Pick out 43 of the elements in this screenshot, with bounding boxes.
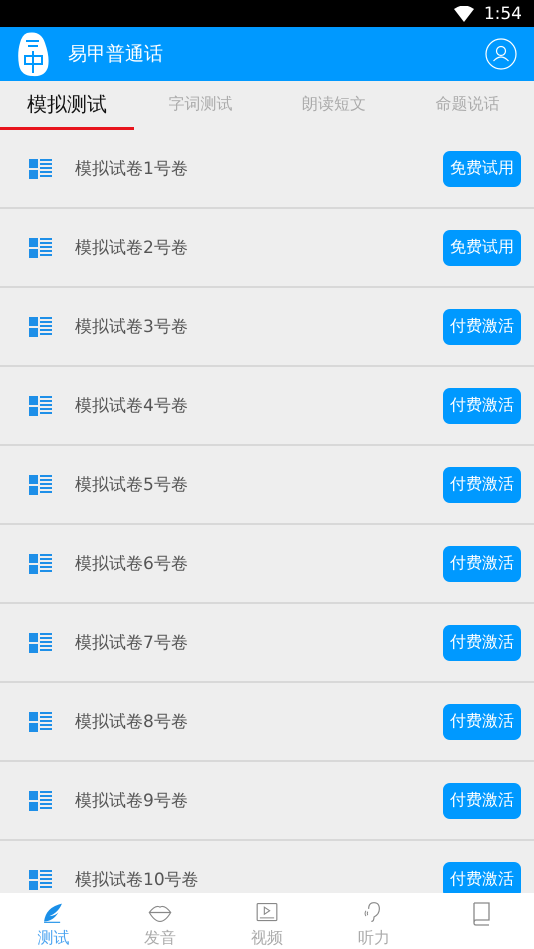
tab[interactable]: 模拟测试 xyxy=(0,81,134,130)
app-title: 易甲普通话 xyxy=(68,42,164,67)
action-button[interactable]: 付费激活 xyxy=(443,466,521,502)
status-time: 1:54 xyxy=(484,4,522,24)
action-button[interactable]: 付费激活 xyxy=(443,308,521,344)
list-icon xyxy=(29,870,52,890)
paper-title: 模拟试卷5号卷 xyxy=(75,474,189,496)
paper-title: 模拟试卷10号卷 xyxy=(75,869,200,891)
tab[interactable]: 朗读短文 xyxy=(267,81,400,130)
user-icon[interactable] xyxy=(485,38,517,70)
action-button[interactable]: 付费激活 xyxy=(443,388,521,424)
paper-title: 模拟试卷8号卷 xyxy=(75,711,189,733)
action-button[interactable]: 付费激活 xyxy=(443,546,521,582)
wifi-icon xyxy=(454,6,474,22)
nav-label[interactable]: 测试 xyxy=(37,928,70,949)
list-icon xyxy=(29,396,52,416)
list-icon xyxy=(29,316,52,336)
paper-title: 模拟试卷9号卷 xyxy=(75,790,189,812)
list-icon xyxy=(29,158,52,178)
paper-title: 模拟试卷4号卷 xyxy=(75,395,189,417)
paper-title: 模拟试卷1号卷 xyxy=(75,158,189,180)
action-button[interactable]: 付费激活 xyxy=(443,624,521,660)
action-button[interactable]: 免费试用 xyxy=(443,230,521,266)
action-button[interactable]: 付费激活 xyxy=(443,862,521,893)
action-button[interactable]: 付费激活 xyxy=(443,782,521,818)
list-icon xyxy=(29,712,52,732)
tab[interactable]: 字词测试 xyxy=(134,81,267,130)
list-icon xyxy=(29,474,52,494)
paper-title: 模拟试卷3号卷 xyxy=(75,316,189,338)
list-icon xyxy=(29,790,52,810)
action-button[interactable]: 免费试用 xyxy=(443,150,521,186)
paper-title: 模拟试卷2号卷 xyxy=(75,237,189,259)
nav-label[interactable]: 视频 xyxy=(250,928,283,949)
list-icon xyxy=(29,632,52,652)
action-button[interactable]: 付费激活 xyxy=(443,704,521,740)
paper-title: 模拟试卷6号卷 xyxy=(75,553,189,575)
paper-title: 模拟试卷7号卷 xyxy=(75,632,189,654)
tab[interactable]: 命题说话 xyxy=(400,81,534,130)
nav-label[interactable]: 发音 xyxy=(144,928,176,949)
logo-icon xyxy=(17,31,50,77)
list-icon xyxy=(29,238,52,258)
list-icon xyxy=(29,554,52,574)
nav-label[interactable]: 听力 xyxy=(358,928,390,949)
